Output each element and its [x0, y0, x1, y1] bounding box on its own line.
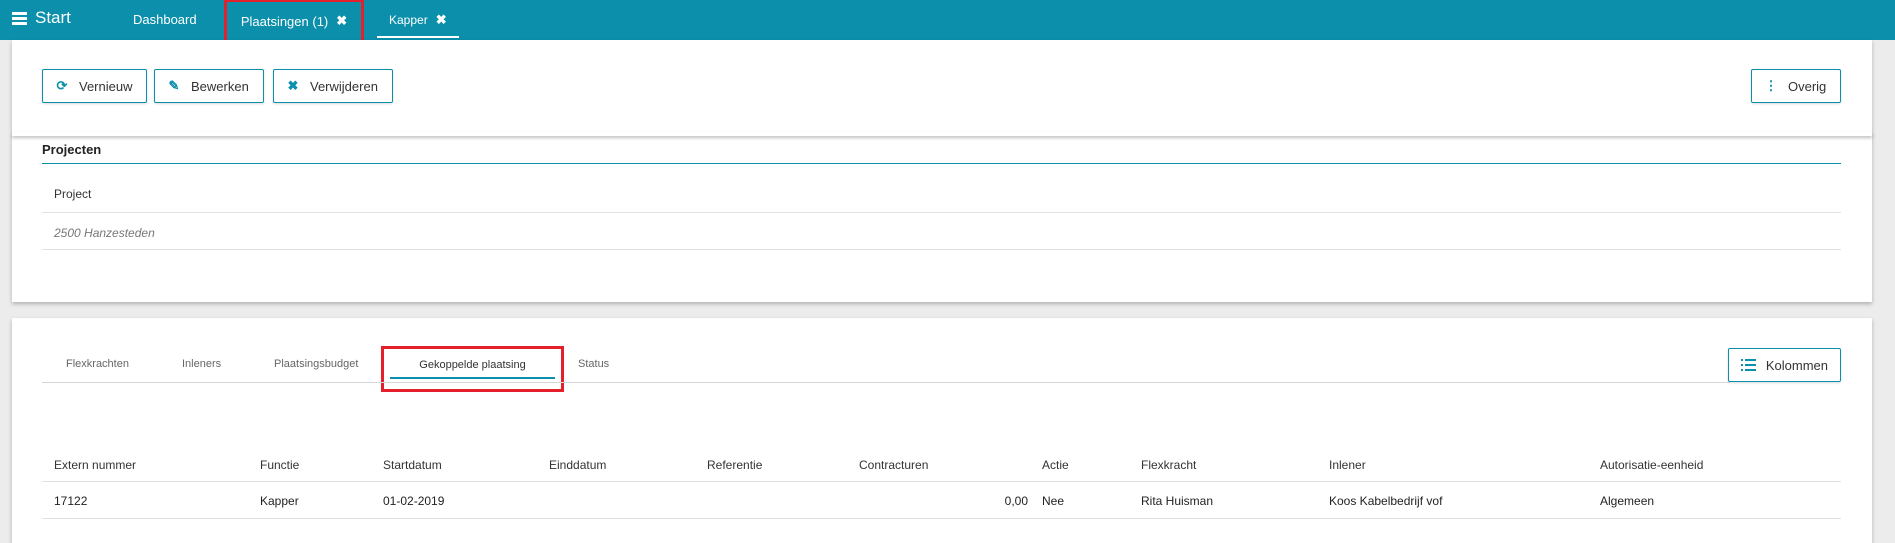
tab-dashboard[interactable]: Dashboard: [133, 0, 197, 39]
column-header[interactable]: Inlener: [1329, 458, 1366, 472]
column-header[interactable]: Extern nummer: [54, 458, 136, 472]
related-card: Flexkrachten Inleners Plaatsingsbudget G…: [12, 318, 1872, 543]
column-header[interactable]: Referentie: [707, 458, 762, 472]
kolommen-button[interactable]: Kolommen: [1728, 348, 1841, 382]
cell-functie: Kapper: [260, 494, 299, 508]
detail-card: ⟳ Vernieuw ✎ Bewerken ✖ Verwijderen ⋮ Ov…: [12, 40, 1872, 302]
tab-gekoppelde-plaatsing[interactable]: Gekoppelde plaatsing: [390, 359, 555, 379]
project-column-header: Project: [54, 187, 92, 201]
kolommen-label: Kolommen: [1765, 357, 1828, 373]
vernieuw-label: Vernieuw: [79, 78, 133, 94]
cell-autorisatie-eenheid: Algemeen: [1600, 494, 1655, 508]
pencil-icon: ✎: [168, 78, 180, 93]
column-header[interactable]: Startdatum: [383, 458, 442, 472]
toolbar-divider: [12, 132, 1872, 136]
cell-actie: Nee: [1042, 494, 1065, 508]
tab-status[interactable]: Status: [578, 358, 609, 370]
cell-inlener: Koos Kabelbedrijf vof: [1329, 494, 1443, 508]
start-label: Start: [35, 8, 71, 27]
column-header[interactable]: Functie: [260, 458, 299, 472]
tab-flexkrachten[interactable]: Flexkrachten: [66, 358, 129, 370]
section-title-projecten: Projecten: [42, 142, 102, 157]
verwijderen-button[interactable]: ✖ Verwijderen: [273, 69, 393, 103]
top-navigation-bar: Start Dashboard Plaatsingen (1) ✖ Kapper…: [0, 0, 1895, 43]
tab-dashboard-label: Dashboard: [133, 11, 197, 27]
cell-extern-nummer: 17122: [54, 494, 88, 508]
column-header[interactable]: Contracturen: [859, 458, 928, 472]
tab-plaatsingen[interactable]: Plaatsingen (1) ✖: [224, 0, 364, 43]
tab-plaatsingsbudget[interactable]: Plaatsingsbudget: [274, 358, 358, 370]
refresh-icon: ⟳: [56, 78, 68, 93]
column-header[interactable]: Actie: [1042, 458, 1069, 472]
row-divider: [42, 212, 1841, 213]
bewerken-button[interactable]: ✎ Bewerken: [154, 69, 264, 103]
more-vertical-icon: ⋮: [1764, 78, 1778, 93]
hamburger-icon: [12, 11, 27, 25]
cell-startdatum: 01-02-2019: [383, 494, 445, 508]
row-divider: [42, 518, 1841, 519]
column-header[interactable]: Autorisatie-eenheid: [1600, 458, 1703, 472]
project-value[interactable]: 2500 Hanzesteden: [54, 226, 155, 240]
section-divider: [42, 163, 1841, 164]
verwijderen-label: Verwijderen: [310, 78, 378, 94]
header-divider: [42, 481, 1841, 482]
close-icon[interactable]: ✖: [436, 12, 447, 28]
row-divider: [42, 249, 1841, 250]
column-header[interactable]: Flexkracht: [1141, 458, 1196, 472]
cell-contracturen: 0,00: [1004, 494, 1028, 508]
overig-button[interactable]: ⋮ Overig: [1751, 69, 1841, 103]
column-header[interactable]: Einddatum: [549, 458, 606, 472]
close-icon[interactable]: ✖: [336, 13, 347, 29]
tab-plaatsingen-label: Plaatsingen (1): [240, 13, 329, 29]
bewerken-label: Bewerken: [191, 78, 249, 94]
tab-inleners[interactable]: Inleners: [182, 358, 221, 370]
tabs-divider: [42, 382, 1730, 383]
tab-kapper-label: Kapper: [389, 12, 428, 27]
start-menu-button[interactable]: Start: [12, 8, 71, 28]
tab-kapper[interactable]: Kapper ✖: [377, 3, 459, 38]
delete-icon: ✖: [287, 78, 299, 93]
overig-label: Overig: [1788, 78, 1827, 94]
list-icon: [1741, 359, 1756, 371]
cell-flexkracht: Rita Huisman: [1141, 494, 1214, 508]
tab-highlight-box: Gekoppelde plaatsing: [381, 346, 564, 392]
vernieuw-button[interactable]: ⟳ Vernieuw: [42, 69, 147, 103]
